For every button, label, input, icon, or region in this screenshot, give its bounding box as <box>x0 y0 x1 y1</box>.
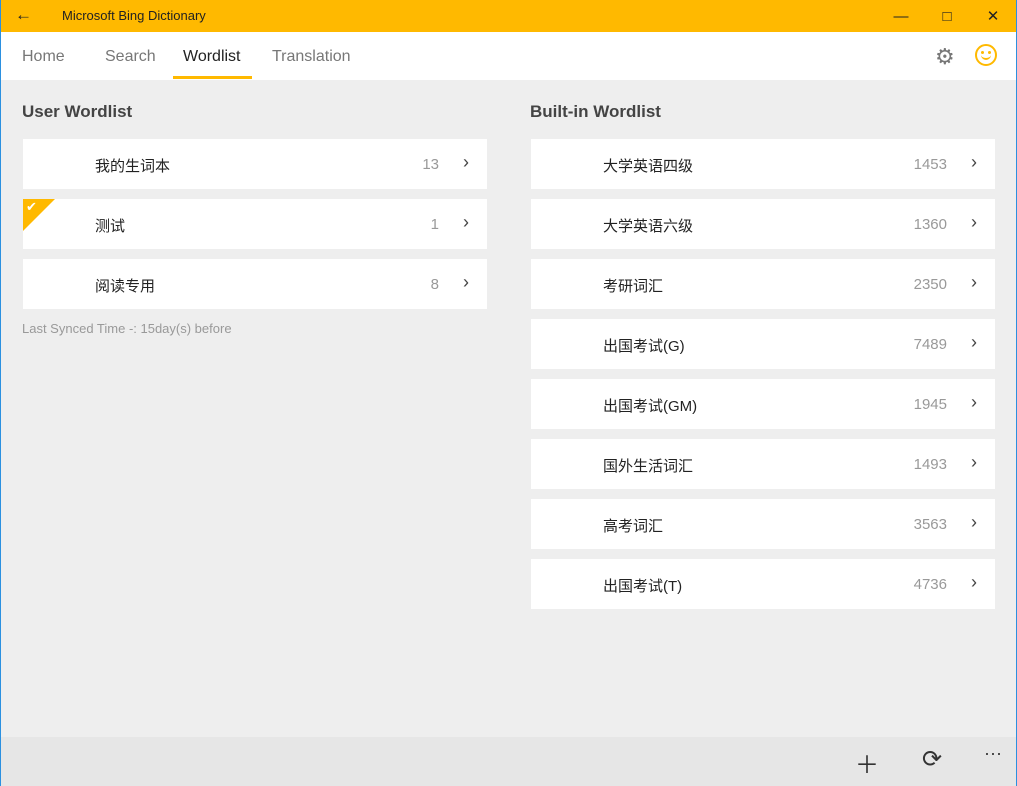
tab-search[interactable]: Search <box>105 48 156 66</box>
nav-tabs: Home Search Wordlist Translation ⚙ <box>1 32 1016 80</box>
wordlist-item[interactable]: 国外生活词汇 1493 › <box>531 439 995 489</box>
wordlist-name: 出国考试(GM) <box>603 395 697 416</box>
wordlist-item[interactable]: 大学英语四级 1453 › <box>531 139 995 189</box>
command-bar: ＋ ⟳ ··· <box>1 737 1016 786</box>
wordlist-item[interactable]: 出国考试(G) 7489 › <box>531 319 995 369</box>
active-tab-indicator <box>173 76 252 79</box>
builtin-wordlist-heading: Built-in Wordlist <box>530 102 661 122</box>
wordlist-count: 13 <box>422 156 439 173</box>
chevron-right-icon: › <box>971 272 977 293</box>
wordlist-count: 1493 <box>914 456 947 473</box>
sync-status: Last Synced Time -: 15day(s) before <box>22 321 232 336</box>
chevron-right-icon: › <box>463 212 469 233</box>
close-button[interactable]: ✕ <box>970 0 1016 32</box>
chevron-right-icon: › <box>971 512 977 533</box>
wordlist-name: 测试 <box>95 215 125 236</box>
chevron-right-icon: › <box>463 272 469 293</box>
sync-icon[interactable]: ⟳ <box>922 745 942 774</box>
wordlist-name: 出国考试(G) <box>603 335 685 356</box>
wordlist-count: 1945 <box>914 396 947 413</box>
wordlist-item[interactable]: 我的生词本 13 › <box>23 139 487 189</box>
wordlist-count: 3563 <box>914 516 947 533</box>
wordlist-count: 8 <box>431 276 439 293</box>
wordlist-name: 考研词汇 <box>603 275 663 296</box>
wordlist-item[interactable]: 阅读专用 8 › <box>23 259 487 309</box>
wordlist-name: 大学英语六级 <box>603 215 693 236</box>
tab-home[interactable]: Home <box>22 48 65 66</box>
wordlist-count: 1 <box>431 216 439 233</box>
more-icon[interactable]: ··· <box>984 743 1002 764</box>
builtin-wordlist: 大学英语四级 1453 › 大学英语六级 1360 › 考研词汇 2350 › 出国考试(G) 74… <box>531 139 995 619</box>
maximize-button[interactable]: □ <box>924 0 970 32</box>
title-bar: ← Microsoft Bing Dictionary — □ ✕ <box>1 0 1016 32</box>
chevron-right-icon: › <box>971 572 977 593</box>
chevron-right-icon: › <box>971 392 977 413</box>
wordlist-name: 我的生词本 <box>95 155 170 176</box>
wordlist-name: 国外生活词汇 <box>603 455 693 476</box>
wordlist-item[interactable]: 出国考试(T) 4736 › <box>531 559 995 609</box>
wordlist-item[interactable]: 大学英语六级 1360 › <box>531 199 995 249</box>
wordlist-count: 7489 <box>914 336 947 353</box>
chevron-right-icon: › <box>971 152 977 173</box>
selected-check-icon: ✔ <box>23 199 55 231</box>
chevron-right-icon: › <box>971 212 977 233</box>
wordlist-item[interactable]: 高考词汇 3563 › <box>531 499 995 549</box>
chevron-right-icon: › <box>463 152 469 173</box>
wordlist-name: 高考词汇 <box>603 515 663 536</box>
window-title: Microsoft Bing Dictionary <box>62 8 206 23</box>
tab-wordlist[interactable]: Wordlist <box>183 48 241 66</box>
chevron-right-icon: › <box>971 332 977 353</box>
wordlist-count: 1360 <box>914 216 947 233</box>
wordlist-item[interactable]: 考研词汇 2350 › <box>531 259 995 309</box>
wordlist-name: 大学英语四级 <box>603 155 693 176</box>
chevron-right-icon: › <box>971 452 977 473</box>
wordlist-count: 1453 <box>914 156 947 173</box>
gear-icon[interactable]: ⚙ <box>935 44 955 70</box>
back-arrow-icon[interactable]: ← <box>15 5 32 25</box>
app-window: ← Microsoft Bing Dictionary — □ ✕ Home S… <box>0 0 1017 786</box>
tab-translation[interactable]: Translation <box>272 48 351 66</box>
user-wordlist-heading: User Wordlist <box>22 102 132 122</box>
add-icon[interactable]: ＋ <box>855 745 879 780</box>
wordlist-name: 出国考试(T) <box>603 575 682 596</box>
wordlist-item[interactable]: ✔ 测试 1 › <box>23 199 487 249</box>
user-wordlist: 我的生词本 13 › ✔ 测试 1 › 阅读专用 8 › <box>23 139 487 319</box>
wordlist-item[interactable]: 出国考试(GM) 1945 › <box>531 379 995 429</box>
smiley-feedback-icon[interactable] <box>975 44 997 66</box>
wordlist-count: 4736 <box>914 576 947 593</box>
wordlist-name: 阅读专用 <box>95 275 155 296</box>
wordlist-count: 2350 <box>914 276 947 293</box>
minimize-button[interactable]: — <box>878 0 924 32</box>
